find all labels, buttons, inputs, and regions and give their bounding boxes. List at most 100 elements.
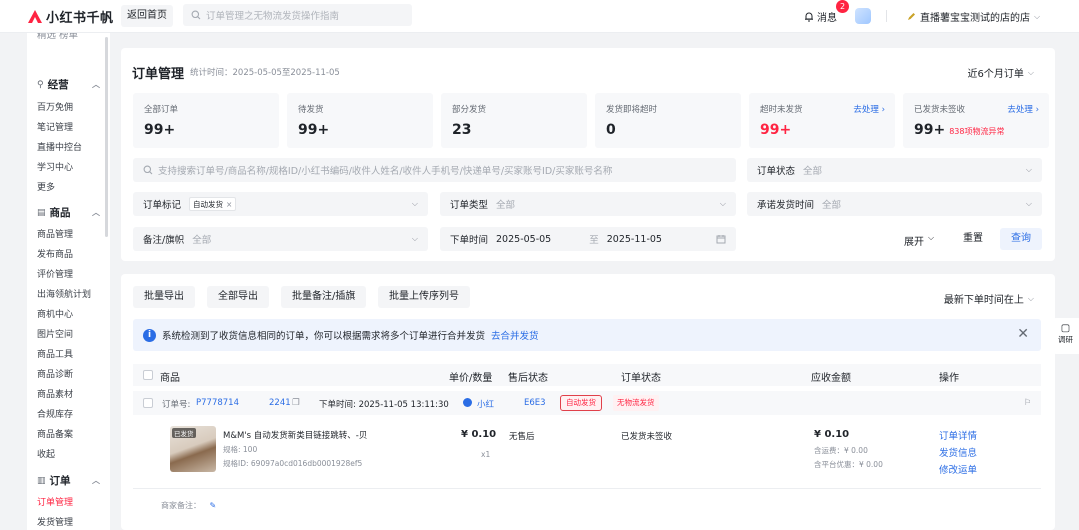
export-all-button[interactable]: 全部导出 xyxy=(207,286,269,308)
sidebar-item[interactable]: 发布商品 xyxy=(37,247,73,260)
sidebar-item[interactable]: 发货管理 xyxy=(37,515,73,528)
sidebar-item[interactable]: 图片空间 xyxy=(37,327,73,340)
sidebar-item[interactable]: 评价管理 xyxy=(37,267,73,280)
stat-card-near-timeout[interactable]: 发货即将超时 0 xyxy=(595,93,741,148)
sidebar-item[interactable]: 学习中心 xyxy=(37,160,73,173)
edit-waybill-link[interactable]: 修改运单 xyxy=(939,462,977,476)
order-type-select[interactable]: 订单类型 全部 ⌵ xyxy=(440,192,736,216)
promise-time-select[interactable]: 承诺发货时间 全部 ⌵ xyxy=(747,192,1042,216)
sidebar-collapse[interactable]: 收起 xyxy=(37,447,55,460)
app-logo[interactable]: 小红书千帆 xyxy=(27,7,114,26)
batch-upload-serial-button[interactable]: 批量上传序列号 xyxy=(378,286,470,308)
sidebar-item-order-management[interactable]: 订单管理 xyxy=(37,495,73,508)
sidebar-item[interactable]: 直播中控台 xyxy=(37,140,82,153)
stat-card-partial[interactable]: 部分发货 23 xyxy=(441,93,587,148)
chevron-up-icon: ︿ xyxy=(92,208,100,217)
unit-price: ¥ 0.10 xyxy=(461,429,497,440)
chevron-down-icon: ⌵ xyxy=(411,199,418,208)
sidebar-item[interactable]: 商机中心 xyxy=(37,307,73,320)
sidebar-item[interactable]: 商品工具 xyxy=(37,347,73,360)
product-name[interactable]: M&M's 自动发货新类目链接跳转、-贝 xyxy=(223,429,367,441)
sidebar-item[interactable]: 笔记管理 xyxy=(37,120,73,133)
sidebar-item[interactable]: 商品素材 xyxy=(37,387,73,400)
top-bar: 小红书千帆 返回首页 订单管理之无物流发货操作指南 消息 2 直播薯宝宝测试的店… xyxy=(0,0,1079,33)
sidebar-item[interactable]: 百万免佣 xyxy=(37,100,73,113)
order-time-range[interactable]: 下单时间 2025-05-05 至 2025-11-05 xyxy=(440,227,736,251)
product-thumbnail[interactable]: 已发货 xyxy=(170,426,216,472)
sidebar-group-operation[interactable]: ⚲ 经营 ︿ xyxy=(37,77,100,92)
assistant-avatar[interactable] xyxy=(855,8,871,24)
stat-card-pending[interactable]: 待发货 99+ xyxy=(287,93,433,148)
order-header-row: 订单号: P7778714 2241 ❐ 下单时间: 2025-11-05 13… xyxy=(133,391,1041,415)
buyer-name[interactable]: 小红 xyxy=(477,398,494,410)
date-start-input[interactable]: 2025-05-05 xyxy=(496,234,551,245)
remark-flag-select[interactable]: 备注/旗帜 全部 ⌵ xyxy=(133,227,428,251)
flag-icon[interactable]: ⚐ xyxy=(1024,398,1032,408)
sidebar-group-label: 订单 xyxy=(49,475,71,487)
buyer-code[interactable]: E6E3 xyxy=(524,398,546,408)
order-no[interactable]: P7778714 xyxy=(196,398,239,408)
date-end-input[interactable]: 2025-11-05 xyxy=(607,234,662,245)
range-select[interactable]: 近6个月订单 ⌵ xyxy=(967,65,1034,81)
select-all-checkbox[interactable] xyxy=(143,370,153,380)
field-label: 订单标记 xyxy=(143,200,182,211)
order-no-tail[interactable]: 2241 xyxy=(269,398,291,408)
stat-card-timeout[interactable]: 超时未发货 99+ 去处理 › xyxy=(749,93,895,148)
order-detail-link[interactable]: 订单详情 xyxy=(939,428,977,442)
merge-shipping-link[interactable]: 去合并发货 xyxy=(491,328,539,342)
top-search-input[interactable]: 订单管理之无物流发货操作指南 xyxy=(183,4,412,26)
close-icon[interactable]: ✕ xyxy=(1017,326,1029,342)
app-logo-text: 小红书千帆 xyxy=(46,11,114,26)
query-button[interactable]: 查询 xyxy=(1000,228,1042,250)
notice-text: 系统检测到了收货信息相同的订单，你可以根据需求将多个订单进行合并发货 xyxy=(162,331,486,342)
message-label: 消息 xyxy=(817,13,837,24)
batch-export-button[interactable]: 批量导出 xyxy=(133,286,195,308)
logo-mark-icon xyxy=(28,9,42,23)
sort-value: 最新下单时间在上 xyxy=(943,295,1024,306)
sidebar-item[interactable]: 出海领航计划 xyxy=(37,287,91,300)
order-mark-tag[interactable]: 自动发货 × xyxy=(189,197,237,211)
sidebar-item[interactable]: 更多 xyxy=(37,180,55,193)
sidebar-scrollbar[interactable] xyxy=(105,37,108,237)
field-label: 订单状态 xyxy=(757,166,796,177)
sidebar-item[interactable]: 商品管理 xyxy=(37,227,73,240)
sort-select[interactable]: 最新下单时间在上 ⌵ xyxy=(943,291,1034,307)
stat-card-shipped-unsigned[interactable]: 已发货未签收 99+ 838项物流异常 去处理 › xyxy=(903,93,1049,148)
expand-button[interactable]: 展开 ⌵ xyxy=(904,233,934,248)
order-status-select[interactable]: 订单状态 全部 ⌵ xyxy=(747,158,1042,182)
stat-label: 发货即将超时 xyxy=(606,105,658,115)
chevron-down-icon: ⌵ xyxy=(1025,165,1032,174)
chevron-down-icon: ⌵ xyxy=(1025,199,1032,208)
edit-pencil-icon[interactable]: ✎ xyxy=(210,501,217,510)
store-switcher[interactable]: 直播薯宝宝测试的店的店 ⌵ xyxy=(907,9,1040,24)
topbar-divider xyxy=(886,10,887,22)
field-value: 全部 xyxy=(496,200,516,211)
sidebar-item[interactable]: 合规库存 xyxy=(37,407,73,420)
message-button[interactable]: 消息 xyxy=(804,9,837,24)
order-mark-select[interactable]: 订单标记 自动发货 × ⌵ xyxy=(133,192,428,216)
thumbnail-badge: 已发货 xyxy=(172,428,196,438)
sidebar-group-product[interactable]: ▤ 商品 ︿ xyxy=(37,205,100,220)
survey-float-button[interactable]: ▢ 调研 xyxy=(1052,318,1079,354)
sidebar-item[interactable]: 商品备案 xyxy=(37,427,73,440)
shipping-info-link[interactable]: 发货信息 xyxy=(939,445,977,459)
column-header: 应收金额 xyxy=(811,373,851,384)
no-logistics-tag: 无物流发货 xyxy=(613,395,659,411)
order-checkbox[interactable] xyxy=(143,398,153,408)
back-home-button[interactable]: 返回首页 xyxy=(121,5,173,27)
range-select-value: 近6个月订单 xyxy=(967,69,1024,80)
auto-ship-tag: 自动发货 xyxy=(560,395,602,411)
handle-link[interactable]: 去处理 › xyxy=(1007,103,1039,115)
reset-button[interactable]: 重置 xyxy=(952,228,994,250)
batch-remark-button[interactable]: 批量备注/插旗 xyxy=(281,286,367,308)
close-icon[interactable]: × xyxy=(226,200,232,209)
sidebar-item[interactable]: 商品诊断 xyxy=(37,367,73,380)
stat-card-all[interactable]: 全部订单 99+ xyxy=(133,93,279,148)
row-divider xyxy=(133,488,1041,489)
logistics-exception-count[interactable]: 838项物流异常 xyxy=(949,127,1004,136)
copy-icon[interactable]: ❐ xyxy=(292,398,300,408)
sidebar-group-order[interactable]: ▥ 订单 ︿ xyxy=(37,473,100,488)
order-search-input[interactable]: 支持搜索订单号/商品名称/规格ID/小红书编码/收件人姓名/收件人手机号/快递单… xyxy=(133,158,736,182)
handle-link[interactable]: 去处理 › xyxy=(853,103,885,115)
stat-label: 部分发货 xyxy=(452,105,487,115)
